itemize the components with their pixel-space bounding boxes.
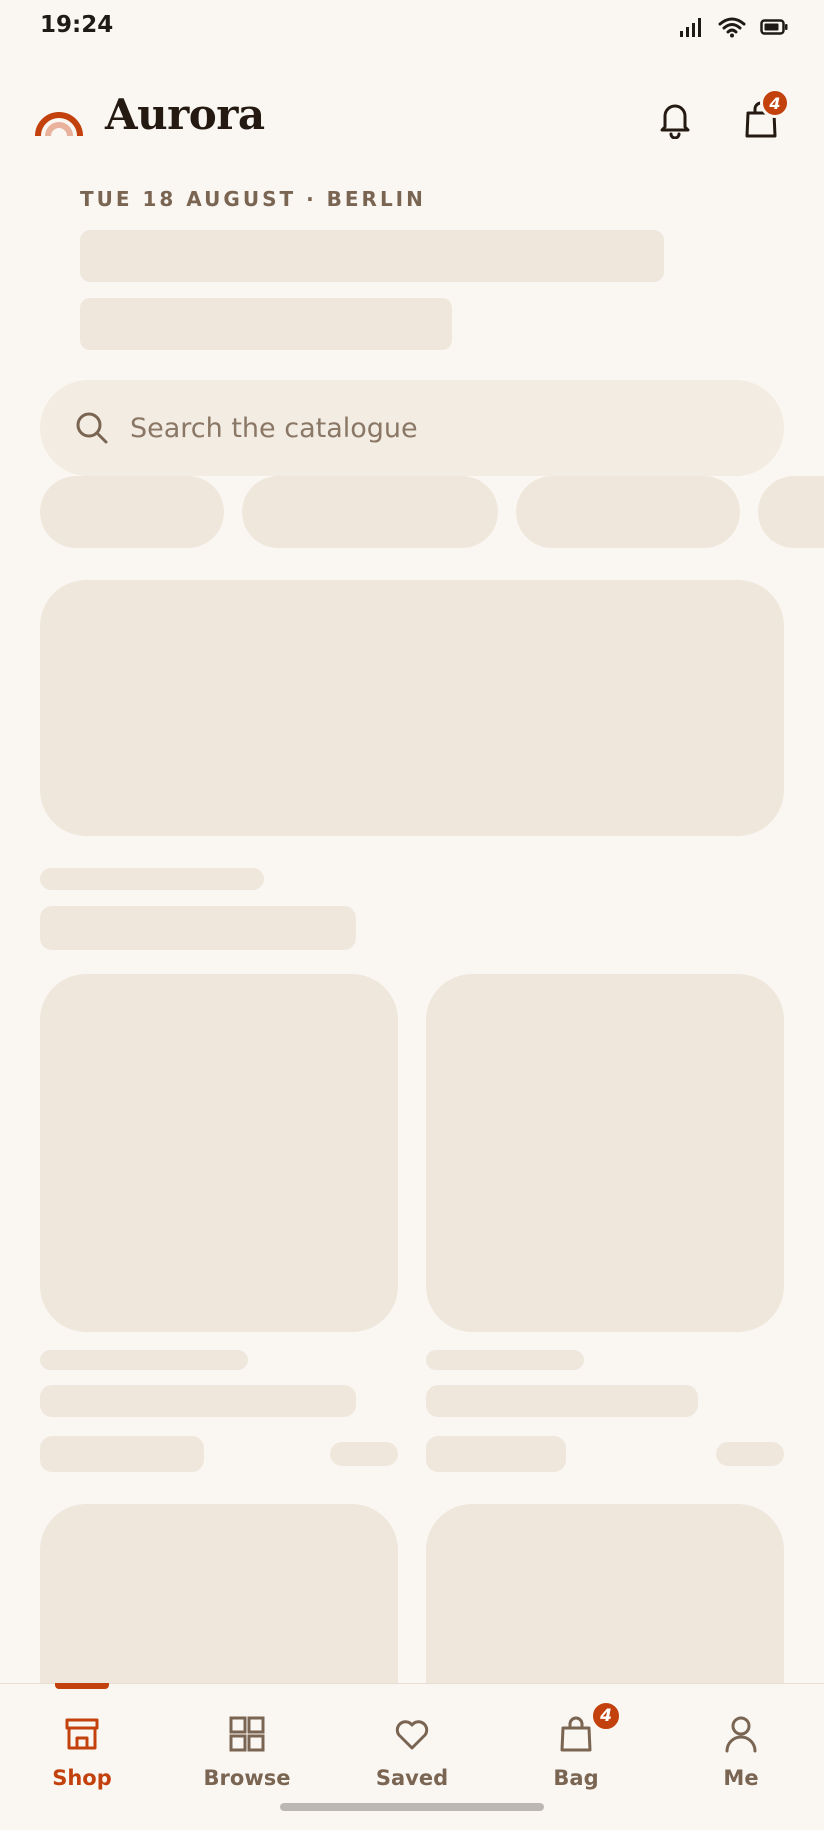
home-indicator[interactable] [280,1803,544,1811]
product-price-skeleton [40,1436,204,1472]
notifications-button[interactable] [652,96,698,142]
category-chip-skeleton[interactable] [516,476,740,548]
nav-item-browse[interactable]: Browse [182,1712,312,1790]
bag-count-badge: 4 [760,88,790,118]
product-price-skeleton [426,1436,566,1472]
person-icon [725,1716,757,1753]
nav-label-bag: Bag [553,1766,599,1790]
nav-label-browse: Browse [203,1766,291,1790]
search-bar[interactable] [40,380,784,476]
category-chip-skeleton[interactable] [40,476,224,548]
nav-item-me[interactable]: Me [676,1712,806,1790]
nav-item-saved[interactable]: Saved [347,1712,477,1790]
nav-label-shop: Shop [52,1766,112,1790]
hero-banner-skeleton[interactable] [40,580,784,836]
active-tab-indicator [55,1683,109,1689]
product-meta-skeleton [330,1442,398,1466]
nav-label-me: Me [723,1766,759,1790]
status-time: 19:24 [40,12,114,38]
battery-icon [760,19,788,35]
headline-skeleton [80,230,664,282]
nav-label-saved: Saved [375,1766,449,1790]
dateline: TUE 18 AUGUST · BERLIN [80,187,426,211]
product-image-skeleton[interactable] [426,974,784,1332]
product-name-skeleton [40,1385,356,1417]
product-image-skeleton[interactable] [40,1504,398,1704]
nav-item-shop[interactable]: Shop [17,1712,147,1790]
product-image-skeleton[interactable] [426,1504,784,1704]
search-input[interactable] [130,412,784,444]
bell-icon [660,104,690,139]
product-brand-skeleton [40,1350,248,1370]
subheadline-skeleton [80,298,452,350]
nav-bag-badge: 4 [590,1700,622,1732]
section-title-skeleton [40,906,356,950]
heart-icon [395,1720,429,1750]
product-image-skeleton[interactable] [40,974,398,1332]
product-brand-skeleton [426,1350,584,1370]
nav-item-bag[interactable]: Bag [511,1712,641,1790]
section-eyebrow-skeleton [40,868,264,890]
brand-name: Aurora [105,90,265,139]
search-icon [76,412,108,444]
status-icons [678,16,788,38]
logo-icon [35,112,83,137]
signal-icon [680,18,701,37]
category-chip-skeleton[interactable] [242,476,498,548]
wifi-icon [718,17,746,38]
product-meta-skeleton [716,1442,784,1466]
category-chip-skeleton[interactable] [758,476,824,548]
product-name-skeleton [426,1385,698,1417]
storefront-icon [65,1718,99,1750]
grid-icon [229,1716,265,1752]
